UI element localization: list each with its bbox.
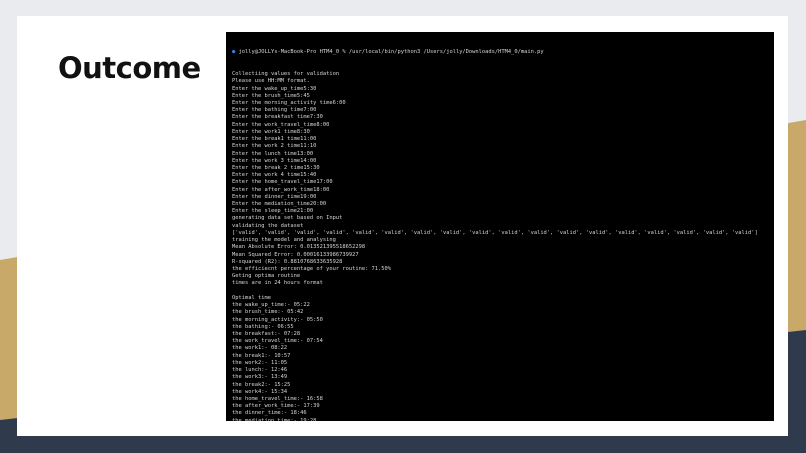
- terminal-line: the work1:- 08:22: [232, 345, 288, 352]
- terminal-line: Optimal time: [232, 294, 271, 301]
- terminal-window[interactable]: ● jolly@JOLLYs-MacBook-Pro HTM4_0 % /usr…: [226, 32, 774, 421]
- terminal-line: Collectiing values for validation: [232, 71, 340, 78]
- terminal-line: Enter the work_travel_time8:00: [232, 121, 330, 128]
- terminal-line: the after_work_time:- 17:39: [232, 403, 320, 410]
- terminal-line: the work4:- 15:34: [232, 388, 288, 395]
- terminal-line: Enter the mediation_time20:00: [232, 201, 327, 208]
- terminal-line: Please use HH:MM format.: [232, 78, 310, 85]
- terminal-line: Enter the work 3 time14:00: [232, 157, 317, 164]
- terminal-line: the morning_activity:- 05:50: [232, 316, 323, 323]
- terminal-line: training the model and analysing: [232, 237, 336, 244]
- terminal-output: ● jolly@JOLLYs-MacBook-Pro HTM4_0 % /usr…: [232, 35, 770, 421]
- terminal-line: the dinner_time:- 18:46: [232, 410, 307, 417]
- terminal-line: the work2:- 11:05: [232, 359, 288, 366]
- slide-title: Outcome: [58, 51, 201, 85]
- terminal-line: the break2:- 15:25: [232, 381, 291, 388]
- slide-card: Outcome ● jolly@JOLLYs-MacBook-Pro HTM4_…: [17, 16, 788, 436]
- terminal-line: the work3:- 13:49: [232, 374, 288, 381]
- terminal-line: Enter the after_work_time18:00: [232, 186, 330, 193]
- terminal-line: the efficiecnt percentage of your routin…: [232, 266, 392, 272]
- terminal-line: Enter the work 4 time15:40: [232, 172, 317, 179]
- prompt-marker-icon: ●: [232, 49, 236, 56]
- terminal-line: the breakfast:- 07:28: [232, 330, 301, 337]
- terminal-line: times are in 24 hours format: [232, 280, 323, 287]
- terminal-line: the bathing:- 06:55: [232, 323, 294, 330]
- terminal-line: Enter the work1 time8:30: [232, 128, 310, 135]
- terminal-line: the lunch:- 12:46: [232, 367, 288, 374]
- terminal-line: the mediation_time:- 19:28: [232, 417, 317, 421]
- terminal-line: Geting optima routine: [232, 273, 301, 280]
- terminal-line: Mean Squared Error: 0.00016133986739927: [232, 251, 359, 258]
- terminal-line: the wake_up_time:- 05:22: [232, 302, 310, 309]
- terminal-line: validating the dataset: [232, 222, 304, 229]
- terminal-line: Enter the break 2 time15:30: [232, 164, 320, 171]
- terminal-line: the break1:- 10:57: [232, 352, 291, 359]
- terminal-line: Enter the break1 time11:00: [232, 136, 317, 143]
- terminal-line: Enter the dinner_time19:00: [232, 193, 317, 200]
- terminal-line: Enter the brush_time5:45: [232, 92, 310, 99]
- command-text: jolly@JOLLYs-MacBook-Pro HTM4_0 % /usr/l…: [238, 49, 544, 56]
- terminal-line: Enter the wake_up_time5:30: [232, 85, 317, 92]
- terminal-line: Mean Absolute Error: 0.01352139551865229…: [232, 244, 366, 251]
- terminal-line: the home_travel_time:- 16:58: [232, 395, 323, 402]
- terminal-line: generating data set based on Input: [232, 215, 343, 222]
- terminal-line: Enter the work 2 time11:10: [232, 143, 317, 150]
- terminal-line: Enter the morning_activity time6:00: [232, 99, 346, 106]
- terminal-line: ['valid', 'valid', 'valid', 'valid', 'va…: [232, 229, 758, 236]
- terminal-line: R-squared (R2): 0.8810768633635928: [232, 258, 343, 265]
- terminal-line: Enter the breakfast time7:30: [232, 114, 323, 121]
- terminal-line: the work_travel_time:- 07:54: [232, 338, 323, 345]
- command-line: ● jolly@JOLLYs-MacBook-Pro HTM4_0 % /usr…: [232, 49, 770, 56]
- terminal-line: Enter the lunch time13:00: [232, 150, 314, 157]
- terminal-line: Enter the bathing time7:00: [232, 107, 317, 114]
- terminal-line: the brush_time:- 05:42: [232, 309, 304, 316]
- terminal-line: Enter the sleep_time21:00: [232, 208, 314, 215]
- terminal-line: Enter the home_travel_time17:00: [232, 179, 333, 186]
